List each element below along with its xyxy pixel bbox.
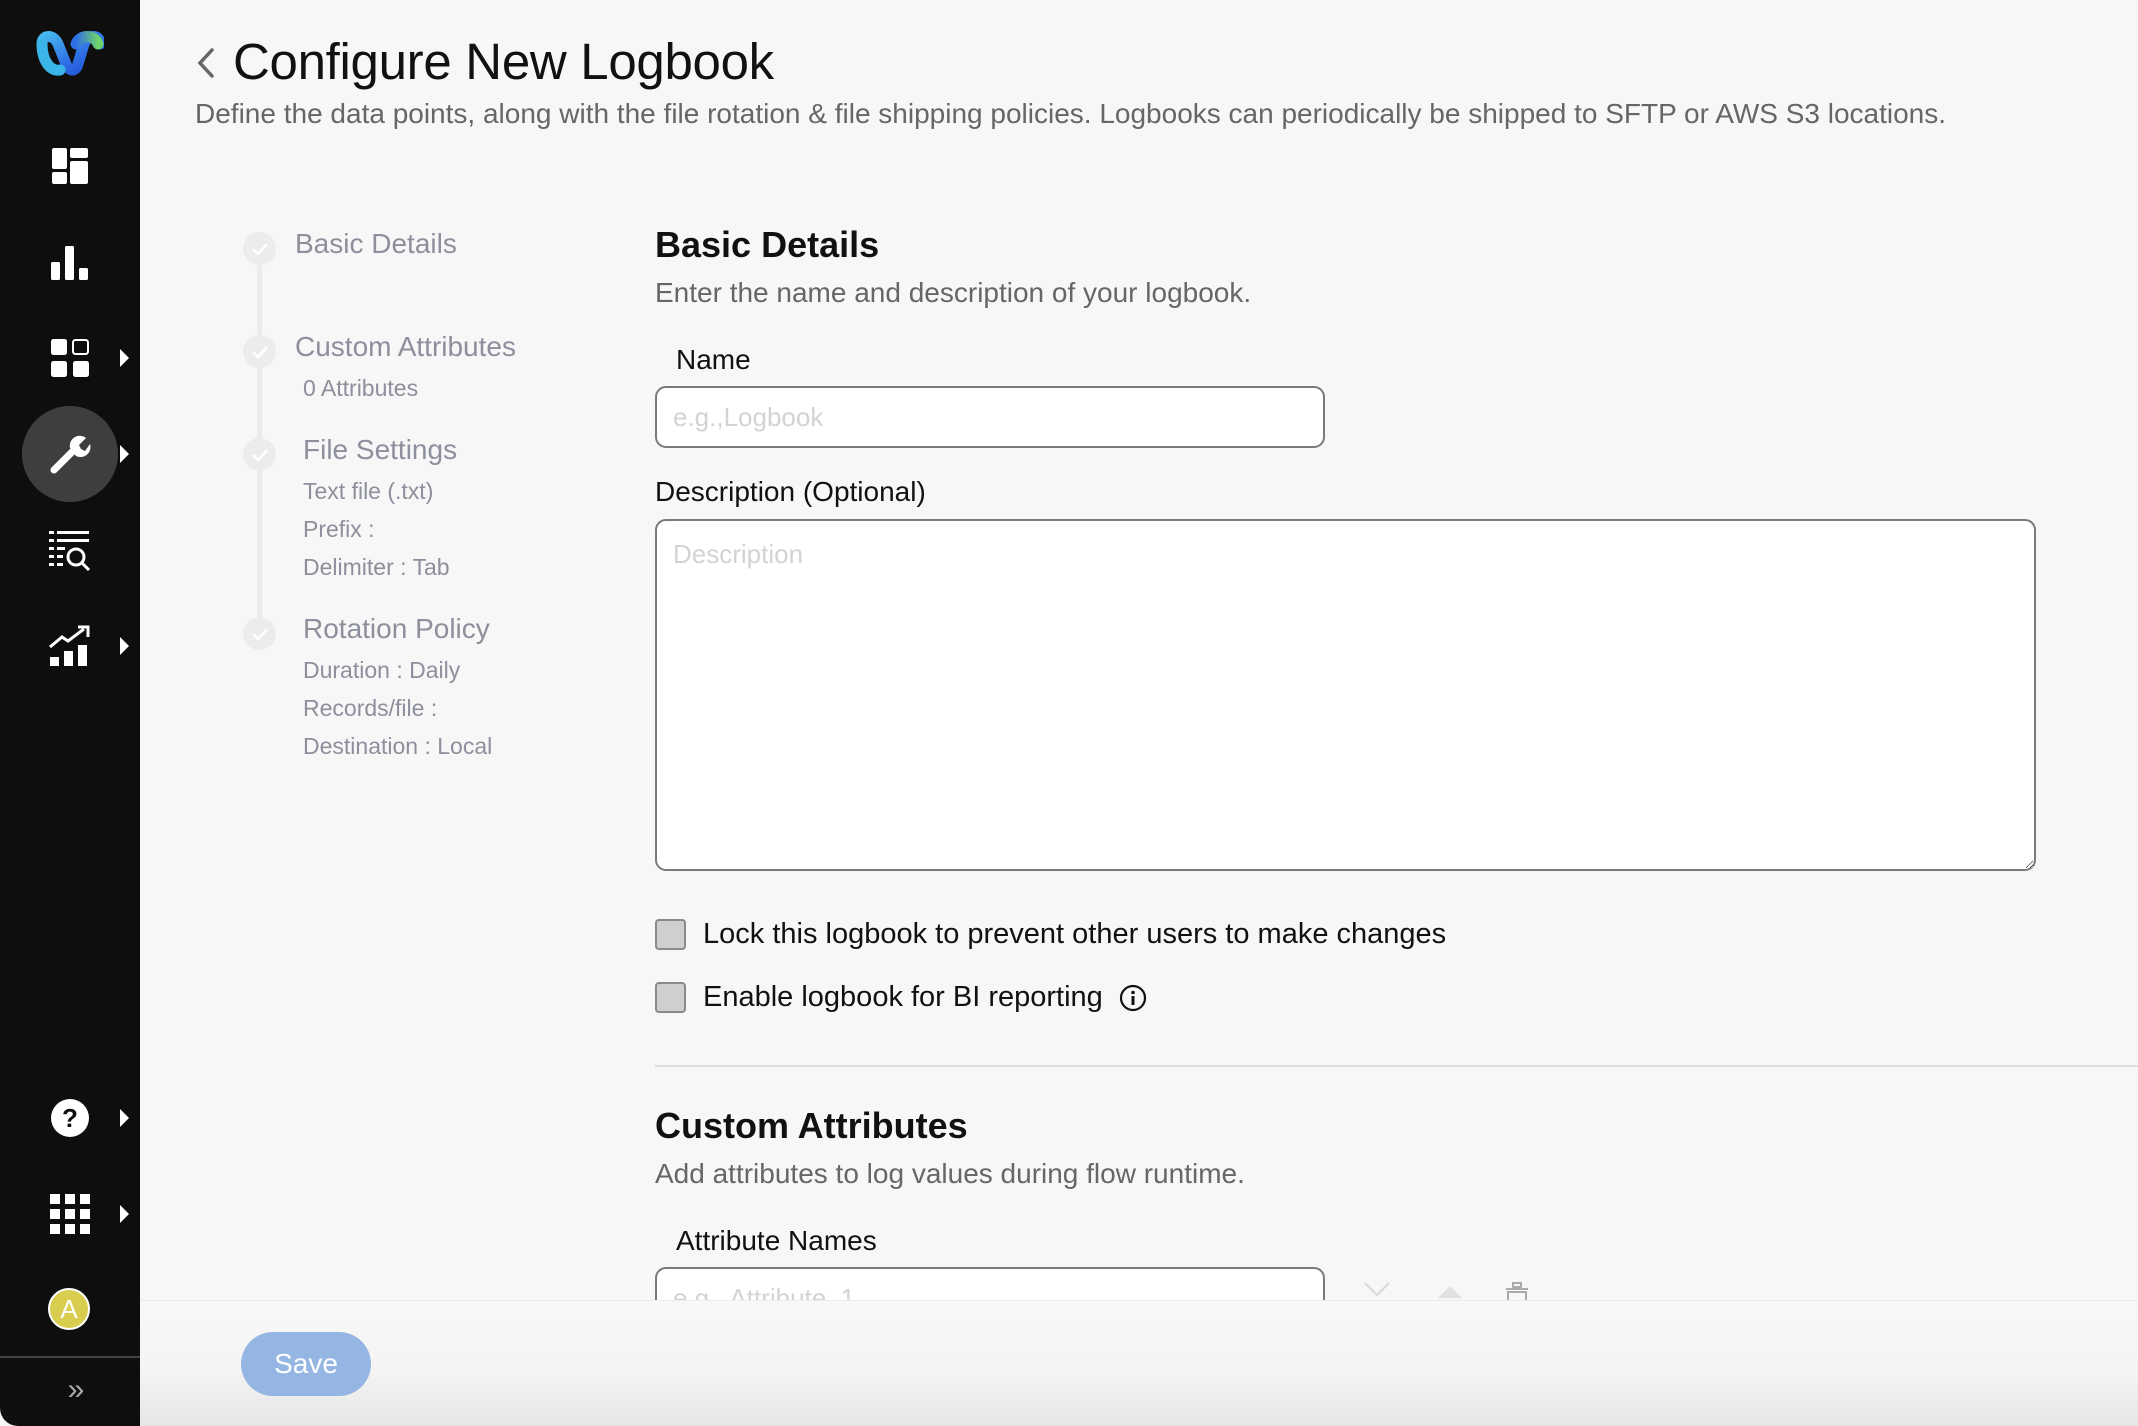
lock-logbook-label[interactable]: Lock this logbook to prevent other users… [703,918,1446,951]
delete-icon[interactable] [1504,1282,1530,1302]
bar-chart-icon [51,246,88,280]
user-avatar[interactable]: A [48,1288,90,1330]
move-down-icon[interactable] [1362,1280,1392,1300]
step-connector [257,468,262,633]
bi-reporting-checkbox[interactable] [655,982,686,1013]
wrench-icon [50,435,91,474]
sidebar-item-help[interactable]: ? [22,1070,118,1166]
save-button[interactable]: Save [241,1332,371,1396]
sidebar-item-app-launcher[interactable] [22,1166,118,1262]
sidebar-item-dashboard[interactable] [22,118,118,214]
description-label: Description (Optional) [655,476,926,507]
step-file-settings[interactable]: File Settings [303,434,457,466]
step-detail: Delimiter : Tab [303,554,450,580]
double-chevron-right-icon: » [67,1373,85,1406]
back-button[interactable] [190,40,220,86]
reports-submenu-caret-icon[interactable] [120,637,129,655]
step-detail: Destination : Local [303,733,493,759]
sidebar-item-tools[interactable] [22,406,118,502]
name-label: Name [676,344,751,375]
help-icon: ? [51,1099,89,1137]
step-detail: 0 Attributes [303,375,419,401]
step-detail: Records/file : [303,695,438,721]
tools-submenu-caret-icon[interactable] [120,445,129,463]
bi-reporting-option[interactable]: Enable logbook for BI reporting [655,981,1147,1014]
attribute-names-label: Attribute Names [676,1225,877,1256]
step-rotation-policy[interactable]: Rotation Policy [303,613,490,645]
lock-logbook-checkbox[interactable] [655,919,686,950]
sidebar-item-analytics[interactable] [22,214,118,310]
app-launcher-submenu-caret-icon[interactable] [120,1205,129,1223]
name-input[interactable] [655,386,1325,448]
step-detail: Prefix : [303,516,375,542]
step-detail: Duration : Daily [303,657,461,683]
description-textarea[interactable] [655,519,2036,871]
step-check-icon [243,617,276,650]
basic-details-heading: Basic Details [655,224,880,265]
sidebar-item-reports[interactable] [22,598,118,694]
sidebar-divider [0,1356,140,1358]
sidebar: ? A » [0,0,140,1426]
custom-attributes-heading: Custom Attributes [655,1105,968,1146]
move-up-icon[interactable] [1435,1280,1465,1300]
widgets-icon [51,339,89,377]
step-check-icon [243,335,276,368]
step-detail: Text file (.txt) [303,478,434,504]
step-check-icon [243,232,276,265]
trend-chart-icon [49,625,90,666]
app-grid-icon [50,1194,90,1234]
bi-reporting-label[interactable]: Enable logbook for BI reporting [703,981,1103,1014]
step-check-icon [243,438,276,471]
lock-logbook-option[interactable]: Lock this logbook to prevent other users… [655,918,1446,951]
sidebar-item-search-logs[interactable] [22,502,118,598]
info-icon[interactable] [1119,984,1147,1012]
search-list-icon [49,531,91,571]
basic-details-description: Enter the name and description of your l… [655,277,1252,308]
footer-bar [140,1300,2138,1426]
expand-sidebar-button[interactable]: » [56,1370,96,1410]
chevron-left-icon [197,48,214,78]
help-submenu-caret-icon[interactable] [120,1109,129,1127]
page-subtitle: Define the data points, along with the f… [195,98,1947,129]
custom-attributes-description: Add attributes to log values during flow… [655,1158,1245,1189]
svg-text:?: ? [62,1103,78,1133]
dashboard-icon [52,148,88,184]
webex-logo-icon[interactable] [36,30,106,81]
page-title: Configure New Logbook [233,33,774,90]
section-divider [655,1065,2138,1067]
step-basic-details[interactable]: Basic Details [295,228,457,260]
apps-submenu-caret-icon[interactable] [120,349,129,367]
sidebar-item-apps[interactable] [22,310,118,406]
step-custom-attributes[interactable]: Custom Attributes [295,331,516,363]
